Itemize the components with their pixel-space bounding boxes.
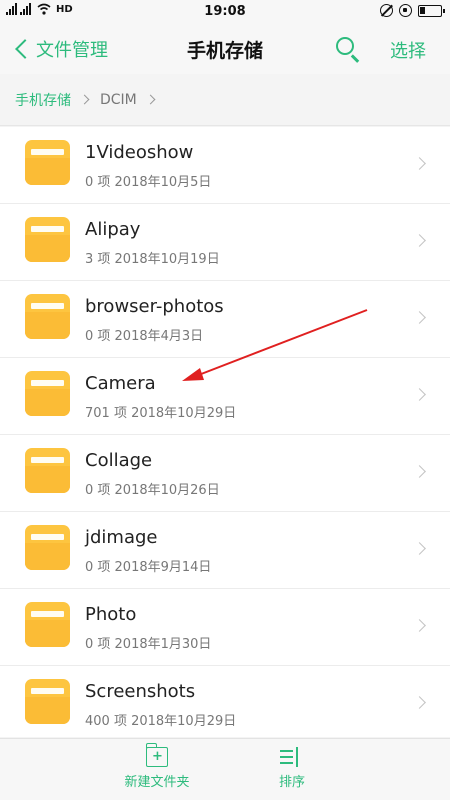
folder-meta: 0 项 2018年10月5日 [85, 175, 212, 190]
new-folder-label: 新建文件夹 [124, 775, 190, 790]
chevron-right-icon [79, 94, 90, 105]
folder-name: jdimage [85, 527, 158, 548]
chevron-right-icon [413, 465, 426, 478]
status-bar: HD 19:08 [0, 0, 450, 24]
back-label: 文件管理 [36, 40, 108, 61]
search-button[interactable] [334, 35, 362, 63]
new-folder-icon: + [145, 743, 168, 767]
folder-icon [25, 294, 70, 339]
folder-name: Photo [85, 604, 137, 625]
rotation-lock-icon [399, 4, 412, 17]
sort-label: 排序 [278, 775, 305, 790]
folder-icon [25, 525, 70, 570]
folder-item[interactable]: Photo 0 项 2018年1月30日 [0, 589, 450, 666]
folder-name: browser-photos [85, 296, 224, 317]
chevron-right-icon [413, 157, 426, 170]
breadcrumb-root[interactable]: 手机存储 [15, 90, 71, 110]
folder-list: 1Videoshow 0 项 2018年10月5日 Alipay 3 项 201… [0, 127, 450, 737]
folder-icon [25, 371, 70, 416]
folder-icon [25, 602, 70, 647]
sort-button[interactable]: 排序 [262, 747, 322, 790]
folder-item[interactable]: 1Videoshow 0 项 2018年10月5日 [0, 127, 450, 204]
folder-item[interactable]: Alipay 3 项 2018年10月19日 [0, 204, 450, 281]
folder-name: Camera [85, 373, 156, 394]
breadcrumb-current[interactable]: DCIM [100, 92, 137, 108]
folder-item[interactable]: Camera 701 项 2018年10月29日 [0, 358, 450, 435]
folder-name: Screenshots [85, 681, 196, 702]
folder-icon [25, 679, 70, 724]
bottom-toolbar: + 新建文件夹 排序 [0, 738, 450, 800]
folder-icon [25, 217, 70, 262]
chevron-right-icon [413, 234, 426, 247]
folder-item[interactable]: browser-photos 0 项 2018年4月3日 [0, 281, 450, 358]
select-button[interactable]: 选择 [390, 37, 426, 63]
folder-icon [25, 448, 70, 493]
sort-icon [280, 747, 304, 767]
folder-meta: 0 项 2018年10月26日 [85, 483, 220, 498]
folder-meta: 3 项 2018年10月19日 [85, 252, 220, 267]
folder-meta: 0 项 2018年4月3日 [85, 329, 204, 344]
folder-name: Collage [85, 450, 153, 471]
chevron-right-icon [413, 619, 426, 632]
folder-item[interactable]: Collage 0 项 2018年10月26日 [0, 435, 450, 512]
breadcrumb: 手机存储 DCIM [0, 74, 450, 126]
folder-meta: 0 项 2018年9月14日 [85, 560, 212, 575]
folder-item[interactable]: jdimage 0 项 2018年9月14日 [0, 512, 450, 589]
folder-meta: 400 项 2018年10月29日 [85, 714, 237, 729]
mute-icon [380, 4, 393, 17]
chevron-right-icon [413, 696, 426, 709]
chevron-right-icon [413, 311, 426, 324]
back-button[interactable]: 文件管理 [12, 34, 108, 64]
folder-name: Alipay [85, 219, 141, 240]
status-system-icons [380, 4, 445, 17]
folder-icon [25, 140, 70, 185]
battery-icon [418, 4, 445, 17]
chevron-left-icon [15, 39, 35, 59]
folder-meta: 0 项 2018年1月30日 [85, 637, 212, 652]
folder-item[interactable]: Screenshots 400 项 2018年10月29日 [0, 666, 450, 737]
folder-meta: 701 项 2018年10月29日 [85, 406, 237, 421]
new-folder-button[interactable]: + 新建文件夹 [117, 743, 197, 790]
chevron-right-icon [145, 94, 156, 105]
chevron-right-icon [413, 542, 426, 555]
folder-name: 1Videoshow [85, 142, 194, 163]
chevron-right-icon [413, 388, 426, 401]
title-bar: 文件管理 手机存储 选择 [0, 24, 450, 74]
